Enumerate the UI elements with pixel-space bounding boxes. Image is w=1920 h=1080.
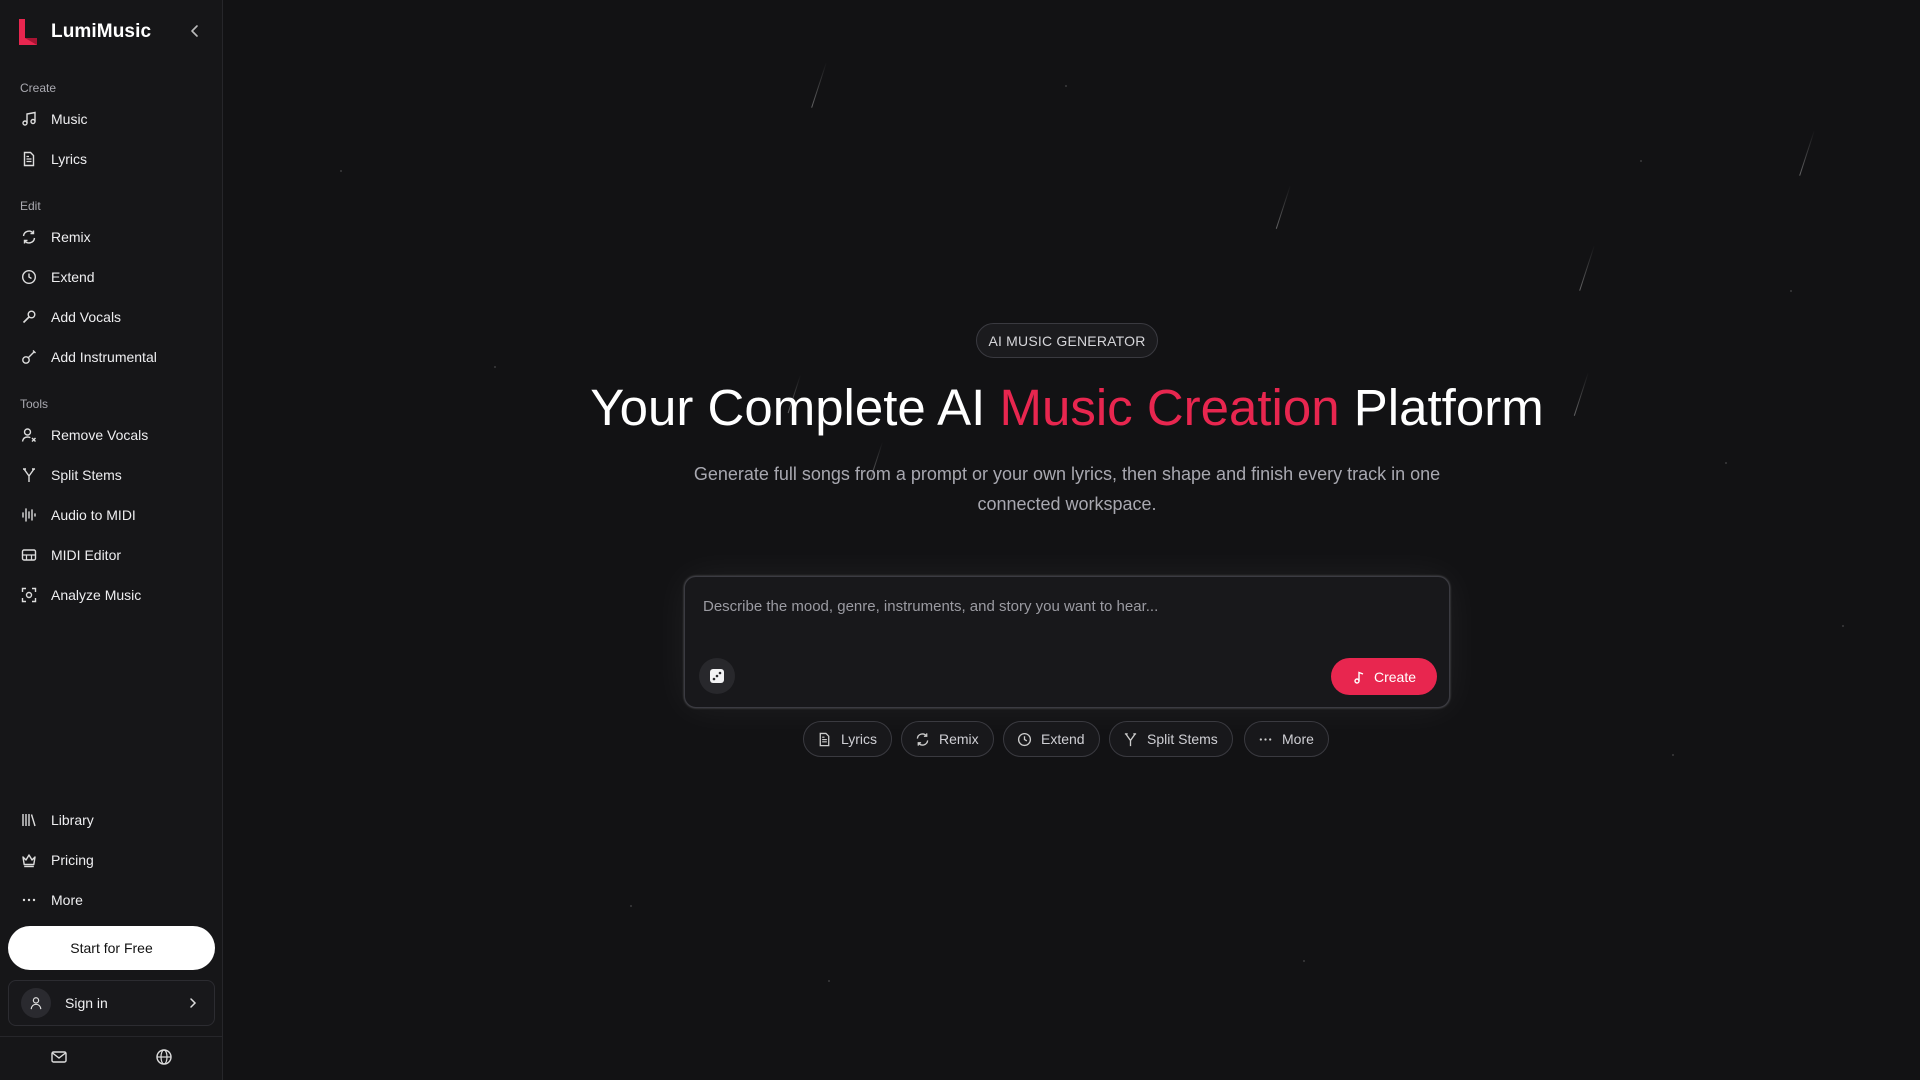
section-title-create: Create	[20, 81, 57, 95]
sign-in-label: Sign in	[65, 995, 108, 1011]
shooting-star	[811, 61, 827, 108]
chip-extend[interactable]: Extend	[1003, 721, 1100, 757]
chip-split-stems[interactable]: Split Stems	[1109, 721, 1233, 757]
star-dot	[630, 905, 632, 907]
page-title: Your Complete AI Music Creation Platform	[0, 378, 1920, 437]
sidebar-item-label: Lyrics	[51, 151, 88, 167]
page-subtitle: Generate full songs from a prompt or you…	[693, 464, 1441, 514]
sidebar-item-midi-editor[interactable]: MIDI Editor	[8, 538, 215, 572]
mail-icon[interactable]	[50, 1048, 68, 1066]
ellipsis-icon	[1259, 737, 1272, 741]
collapse-sidebar-icon[interactable]	[186, 22, 204, 40]
user-icon	[21, 988, 51, 1018]
sidebar-item-split-stems[interactable]: Split Stems	[8, 458, 215, 492]
microphone-icon	[20, 308, 38, 326]
star-dot	[1640, 160, 1642, 162]
music-note-icon	[1354, 670, 1364, 684]
split-icon	[20, 466, 38, 484]
sidebar-item-pricing[interactable]: Pricing	[8, 843, 215, 877]
star-dot	[1065, 85, 1067, 87]
scan-icon	[20, 586, 38, 604]
sidebar-item-add-instrumental[interactable]: Add Instrumental	[8, 340, 215, 374]
title-accent: Music Creation	[999, 379, 1340, 436]
star-dot	[1842, 625, 1844, 627]
sidebar-item-audio-to-midi[interactable]: Audio to MIDI	[8, 498, 215, 532]
sidebar: LumiMusic Create Music Lyrics Edit Remix…	[0, 0, 223, 1080]
title-part-1: Your Complete AI	[590, 379, 1000, 436]
chip-label: Remix	[939, 731, 979, 747]
sidebar-item-music[interactable]: Music	[8, 102, 215, 136]
refresh-icon	[916, 732, 929, 746]
globe-icon[interactable]	[155, 1048, 173, 1066]
piano-icon	[20, 546, 38, 564]
star-dot	[340, 170, 342, 172]
sidebar-item-label: Split Stems	[51, 467, 122, 483]
sidebar-item-label: More	[51, 892, 83, 908]
document-icon	[819, 732, 830, 746]
footer-divider	[0, 1036, 223, 1037]
split-icon	[1124, 732, 1137, 746]
sidebar-item-remix[interactable]: Remix	[8, 220, 215, 254]
music-note-icon	[20, 110, 38, 128]
dice-icon	[710, 669, 724, 683]
sidebar-item-label: Audio to MIDI	[51, 507, 136, 523]
shooting-star	[1799, 129, 1815, 176]
section-title-edit: Edit	[20, 199, 41, 213]
guitar-icon	[20, 348, 38, 366]
start-for-free-button[interactable]: Start for Free	[8, 926, 215, 970]
ellipsis-icon	[20, 891, 38, 909]
prompt-box: Create	[684, 576, 1450, 708]
sidebar-item-analyze-music[interactable]: Analyze Music	[8, 578, 215, 612]
sidebar-item-extend[interactable]: Extend	[8, 260, 215, 294]
star-dot	[494, 366, 496, 368]
sidebar-item-label: Music	[51, 111, 88, 127]
sidebar-item-label: Extend	[51, 269, 95, 285]
chevron-right-icon	[190, 998, 197, 1008]
shooting-star	[1275, 184, 1291, 229]
prompt-input[interactable]	[701, 593, 1425, 619]
library-icon	[20, 811, 38, 829]
chip-label: Split Stems	[1147, 731, 1218, 747]
star-dot	[1672, 754, 1674, 756]
chip-lyrics[interactable]: Lyrics	[803, 721, 893, 757]
waveform-icon	[20, 506, 38, 524]
star-dot	[1790, 290, 1792, 292]
clock-icon	[20, 268, 38, 286]
sign-in-button[interactable]: Sign in	[8, 980, 215, 1026]
crown-icon	[20, 851, 38, 869]
chip-more[interactable]: More	[1244, 721, 1329, 757]
clock-icon	[1017, 732, 1032, 746]
sidebar-item-label: Add Instrumental	[51, 349, 157, 365]
sidebar-item-label: Remix	[51, 229, 91, 245]
sidebar-item-label: Library	[51, 812, 94, 828]
create-label: Create	[1373, 668, 1417, 685]
shooting-star	[1579, 244, 1595, 291]
sidebar-item-label: MIDI Editor	[51, 547, 122, 563]
ai-music-generator-badge: AI MUSIC GENERATOR	[976, 323, 1158, 358]
title-part-2: Platform	[1339, 379, 1544, 436]
star-dot	[1725, 462, 1727, 464]
refresh-icon	[20, 228, 38, 246]
chip-label: More	[1282, 731, 1314, 747]
brand-name: LumiMusic	[51, 21, 152, 42]
brand[interactable]: LumiMusic	[17, 18, 151, 46]
sidebar-item-more[interactable]: More	[8, 883, 215, 917]
create-button[interactable]: Create	[1331, 658, 1437, 695]
sidebar-item-label: Pricing	[51, 852, 94, 868]
sidebar-item-add-vocals[interactable]: Add Vocals	[8, 300, 215, 334]
chip-label: Lyrics	[841, 731, 878, 747]
logo-icon	[19, 19, 37, 45]
sidebar-item-library[interactable]: Library	[8, 803, 215, 837]
star-dot	[828, 980, 830, 982]
sidebar-item-label: Add Vocals	[51, 309, 122, 325]
sidebar-item-label: Analyze Music	[51, 587, 142, 603]
sidebar-item-lyrics[interactable]: Lyrics	[8, 142, 215, 176]
chip-remix[interactable]: Remix	[901, 721, 994, 757]
random-prompt-button[interactable]	[699, 658, 735, 694]
star-dot	[1303, 960, 1305, 962]
document-icon	[20, 150, 38, 168]
chip-label: Extend	[1041, 731, 1085, 747]
